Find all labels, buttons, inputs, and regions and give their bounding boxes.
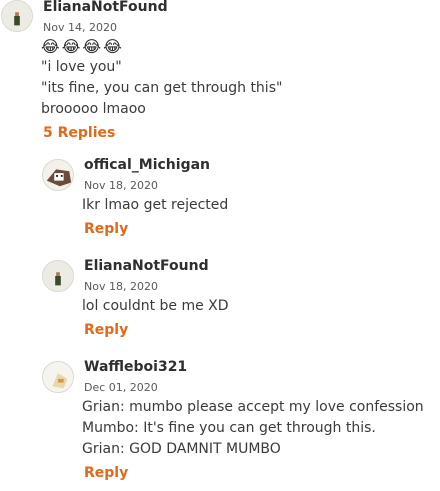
comment-text-line: "i love you" bbox=[41, 59, 122, 75]
reply-text-line: Mumbo: It's fine you can get through thi… bbox=[82, 420, 376, 436]
avatar-image bbox=[43, 261, 73, 291]
comment-text-line: brooooo lmaoo bbox=[41, 101, 146, 117]
reply-text-line: lol couldnt be me XD bbox=[82, 298, 229, 314]
reply-button[interactable]: Reply bbox=[84, 465, 128, 481]
laughing-emoji-icon: 😂 bbox=[61, 37, 81, 56]
reply-button[interactable]: Reply bbox=[84, 322, 128, 338]
replies-toggle-button[interactable]: 5 Replies bbox=[43, 125, 115, 141]
reply-text-line: Grian: mumbo please accept my love confe… bbox=[82, 399, 424, 415]
emoji-row: 😂 😂 😂 😂 bbox=[41, 38, 122, 56]
reply-date: Nov 18, 2020 bbox=[84, 280, 158, 293]
laughing-emoji-icon: 😂 bbox=[82, 37, 102, 56]
reply-text-line: Ikr lmao get rejected bbox=[82, 197, 229, 213]
comment-username[interactable]: ElianaNotFound bbox=[43, 0, 168, 15]
laughing-emoji-icon: 😂 bbox=[103, 37, 122, 56]
user-avatar[interactable] bbox=[42, 260, 74, 292]
user-avatar[interactable] bbox=[1, 0, 33, 32]
reply-username[interactable]: Waffleboi321 bbox=[84, 359, 187, 375]
reply-username[interactable]: offical_Michigan bbox=[84, 157, 210, 173]
avatar-image bbox=[43, 160, 73, 190]
comment-date: Nov 14, 2020 bbox=[43, 21, 117, 34]
avatar-image bbox=[43, 362, 73, 392]
reply-username[interactable]: ElianaNotFound bbox=[84, 258, 209, 274]
reply-button[interactable]: Reply bbox=[84, 221, 128, 237]
reply-date: Dec 01, 2020 bbox=[84, 381, 158, 394]
user-avatar[interactable] bbox=[42, 361, 74, 393]
reply-text-line: Grian: GOD DAMNIT MUMBO bbox=[82, 441, 281, 457]
avatar-image bbox=[2, 1, 32, 31]
reply-date: Nov 18, 2020 bbox=[84, 179, 158, 192]
comment-text-line: "its fine, you can get through this" bbox=[41, 80, 283, 96]
user-avatar[interactable] bbox=[42, 159, 74, 191]
laughing-emoji-icon: 😂 bbox=[41, 37, 60, 56]
